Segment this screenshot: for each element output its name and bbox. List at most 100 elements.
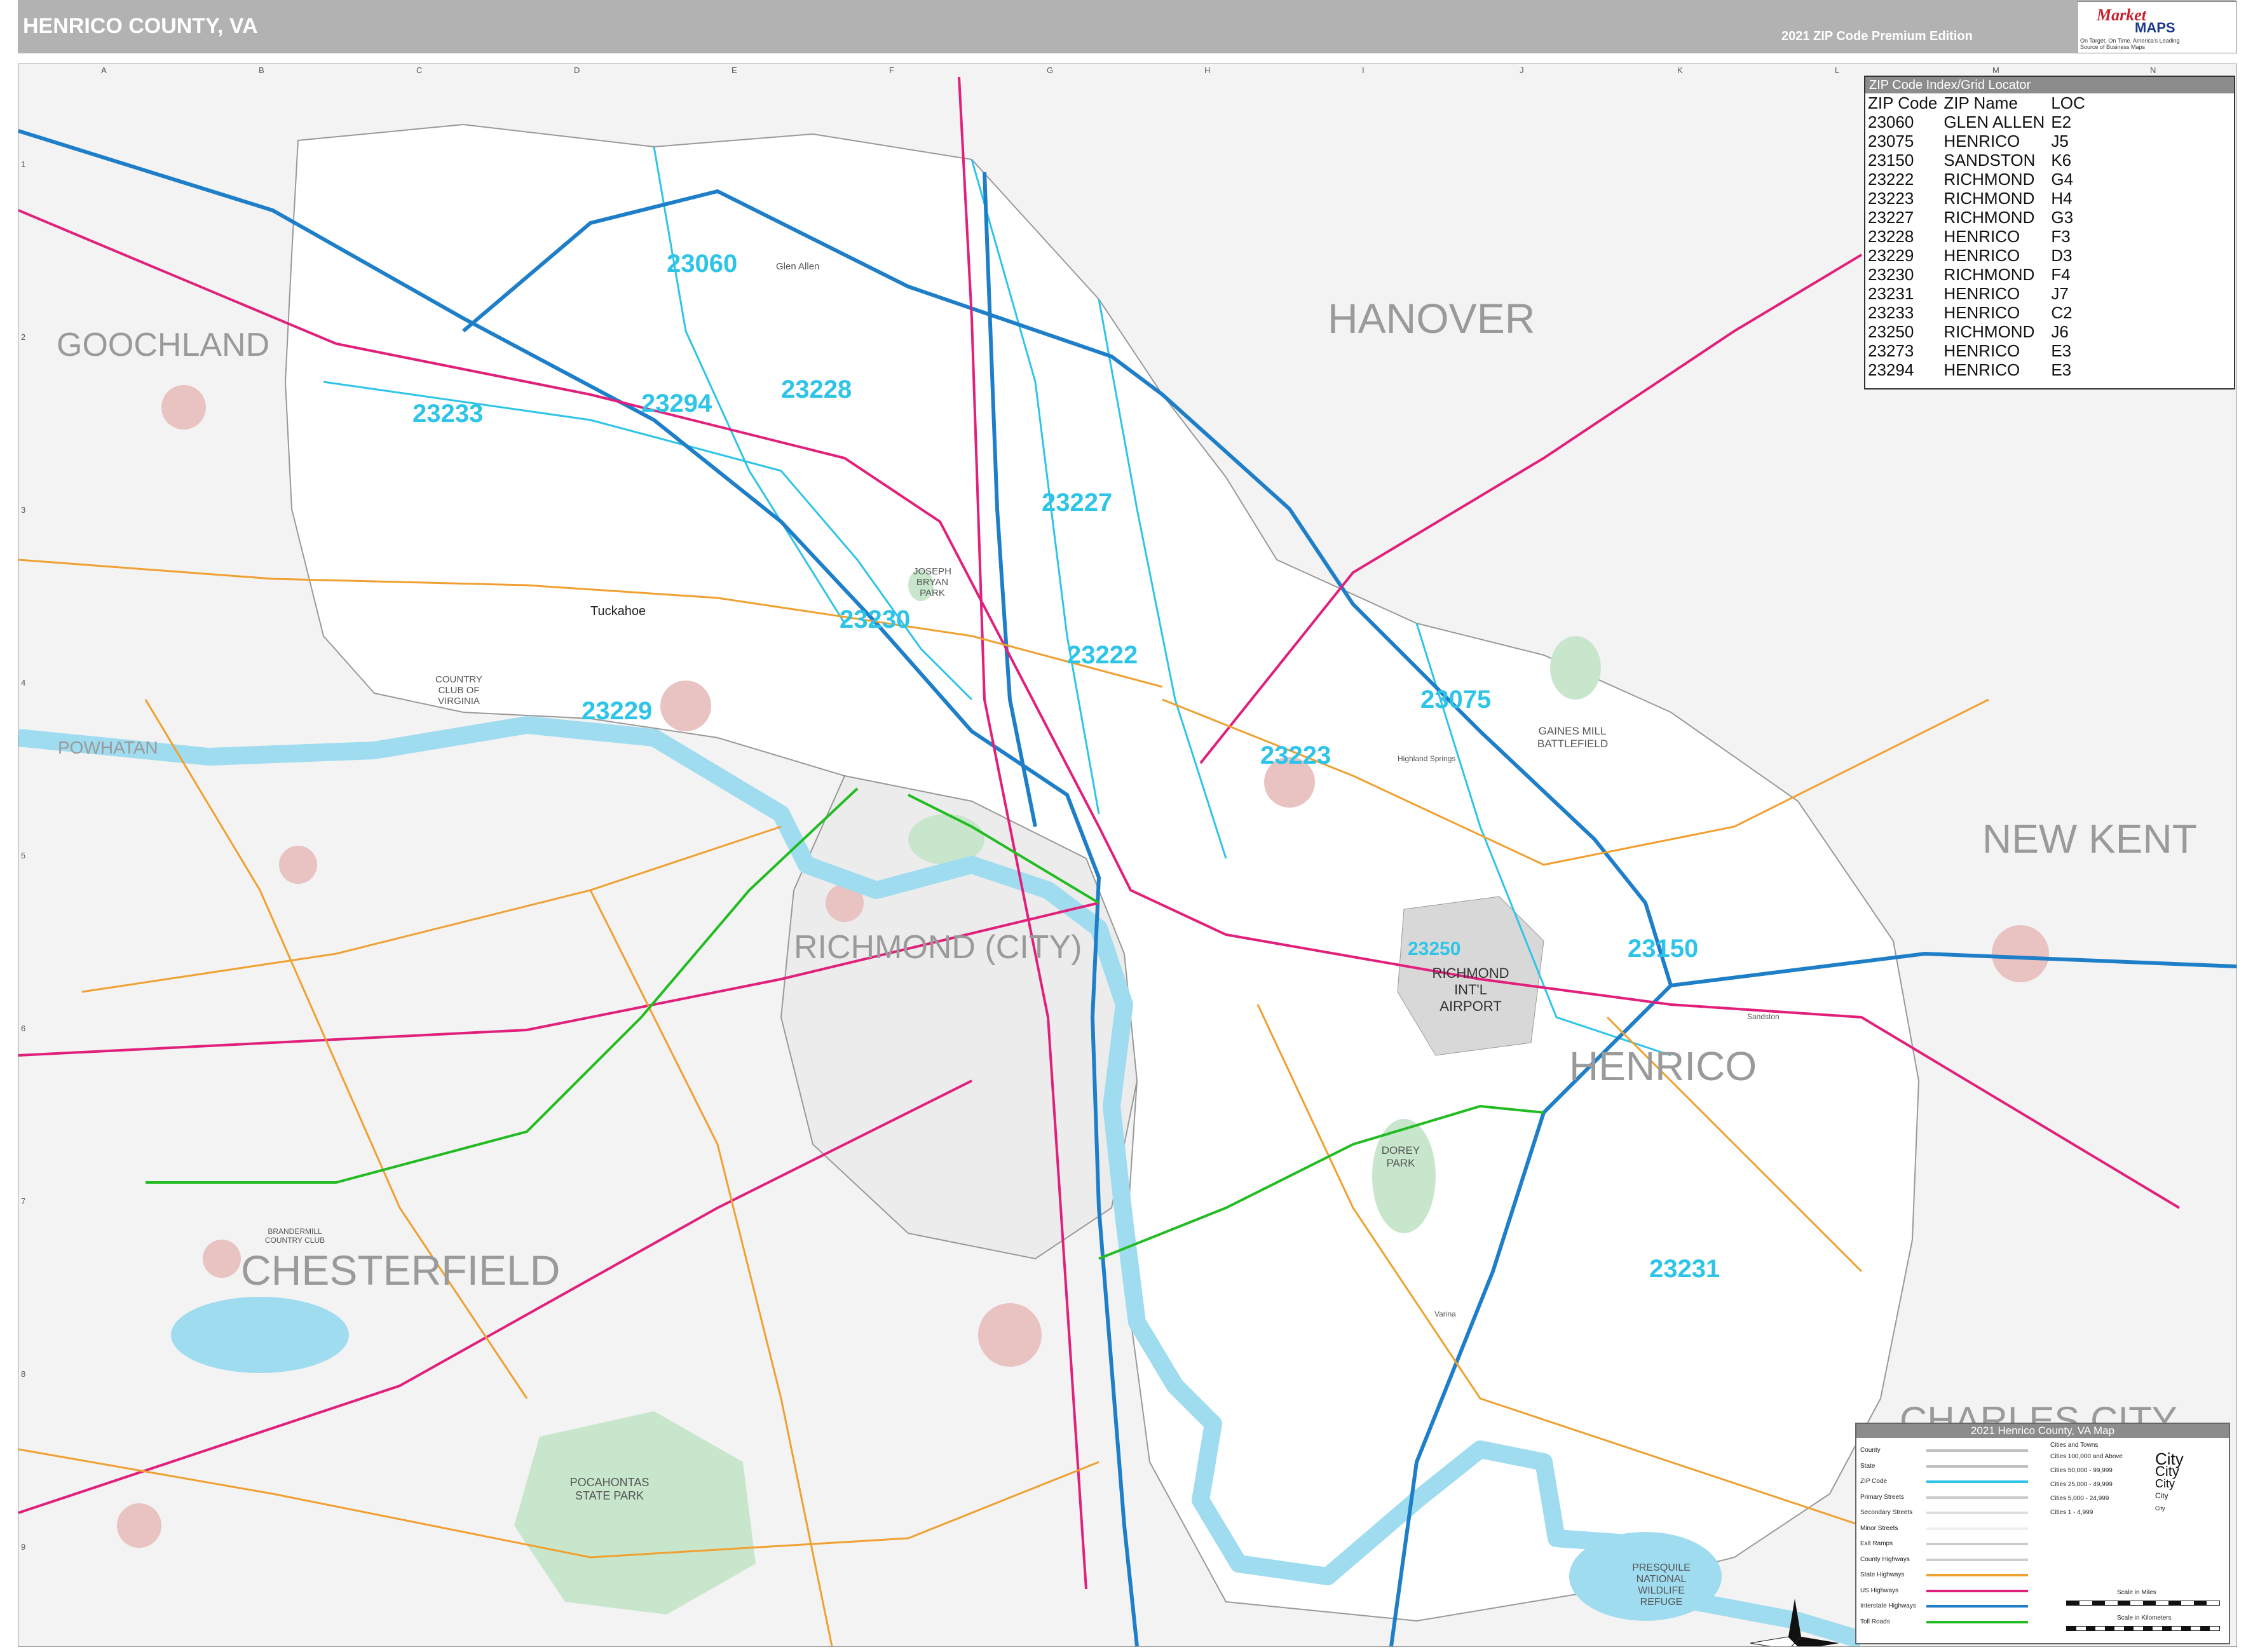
legend-item-swatch: [1926, 1512, 2028, 1514]
grid-column-label: D: [574, 65, 580, 75]
zip-index-row: 23273 HENRICO E3: [1867, 341, 2090, 360]
zip-index-panel: ZIP Code Index/Grid Locator ZIP Code ZIP …: [1864, 76, 2235, 389]
grid-row-label: 1: [21, 159, 26, 169]
scale-bar-miles: [2066, 1601, 2220, 1606]
grid-column-label: H: [1204, 65, 1211, 75]
legend-title: 2021 Henrico County, VA Map: [1856, 1424, 2229, 1438]
legend-scale-miles: Scale in Miles: [2117, 1589, 2156, 1596]
grid-row-label: 6: [21, 1024, 26, 1033]
legend-item-swatch: [1926, 1558, 2028, 1561]
legend-city-label: Cities 50,000 - 99,999: [2050, 1467, 2113, 1474]
grid-column-label: M: [1992, 65, 1999, 75]
zip-index-cell: RICHMOND: [1943, 265, 2035, 284]
logo-tagline: On Target, On Time. America's Leading So…: [2080, 37, 2180, 50]
map-frame[interactable]: A B C D E F G H I J K L M N 1 2 3 4 5 6 7 8 9 GOOCHLAND HANOV…: [18, 64, 2237, 1647]
zip-label: 23233: [412, 400, 484, 428]
zip-index-cell: HENRICO: [1943, 132, 2020, 151]
zip-index-header: ZIP Code: [1868, 93, 1938, 112]
zip-label: 23228: [781, 376, 852, 403]
zip-index-row: 23250 RICHMOND J6: [1867, 322, 2090, 341]
zip-index-cell: 23227: [1868, 208, 1914, 227]
zip-index-cell: 23228: [1868, 227, 1914, 246]
zip-index-cell: J6: [2051, 322, 2069, 341]
grid-column-label: I: [1362, 65, 1365, 75]
zip-index-cell: HENRICO: [1943, 360, 2020, 379]
zip-index-cell: 23075: [1868, 132, 1914, 151]
reservoir: [171, 1297, 349, 1373]
grid-row-label: 8: [21, 1369, 26, 1379]
zip-index-cell: GLEN ALLEN: [1943, 112, 2045, 132]
legend-item-label: Minor Streets: [1860, 1524, 1898, 1532]
zip-index-cell: RICHMOND: [1943, 208, 2035, 227]
zip-index-cell: SANDSTON: [1943, 151, 2036, 170]
zip-label: 23150: [1628, 935, 1699, 963]
map-legend: 2021 Henrico County, VA Map County State Z…: [1855, 1423, 2230, 1644]
edition-label: 2021 ZIP Code Premium Edition: [1781, 29, 1973, 43]
legend-item-label: Exit Ramps: [1860, 1540, 1893, 1547]
zip-index-cell: HENRICO: [1943, 303, 2020, 322]
zip-index-cell: C2: [2051, 303, 2073, 322]
zip-index-cell: 23294: [1868, 360, 1914, 379]
zip-index-cell: K6: [2051, 151, 2072, 170]
legend-item-swatch: [1926, 1574, 2028, 1576]
county-label-powhatan: POWHATAN: [58, 738, 158, 757]
zip-index-cell: RICHMOND: [1943, 322, 2035, 341]
place-label-dorey-park: DOREY PARK: [1381, 1144, 1420, 1169]
zip-index-cell: 23150: [1868, 151, 1914, 170]
place-label-varina: Varina: [1434, 1310, 1456, 1318]
zip-index-cell: J7: [2051, 284, 2069, 303]
county-label-goochland: GOOCHLAND: [57, 327, 270, 363]
county-label-chesterfield: CHESTERFIELD: [241, 1247, 561, 1294]
zip-index-cell: RICHMOND: [1943, 170, 2035, 189]
grid-column-label: A: [101, 65, 107, 75]
grid-column-label: C: [416, 65, 423, 75]
zip-index-row: 23230 RICHMOND F4: [1867, 265, 2090, 284]
legend-city-sample: City: [2155, 1477, 2175, 1490]
zip-index-body: 23060 GLEN ALLEN E2 23075 HENRICO J5 23150 SAND…: [1867, 112, 2090, 379]
zip-index-row: 23060 GLEN ALLEN E2: [1867, 112, 2090, 132]
zip-index-cell: G4: [2051, 170, 2074, 189]
market-maps-logo: Market MAPS On Target, On Time. America'…: [2077, 1, 2237, 53]
map-title: HENRICO COUNTY, VA: [23, 14, 258, 38]
place-label-tuckahoe: Tuckahoe: [590, 604, 646, 618]
zip-label: 23075: [1420, 686, 1492, 714]
legend-item-label: Primary Streets: [1860, 1493, 1904, 1501]
place-label-bryan-park: JOSEPH BRYAN PARK: [913, 566, 951, 599]
legend-city-label: Cities 5,000 - 24,999: [2050, 1495, 2109, 1502]
zip-index-cell: HENRICO: [1943, 284, 2020, 303]
zip-index-row: 23150 SANDSTON K6: [1867, 151, 2090, 170]
legend-item-swatch: [1926, 1543, 2028, 1545]
legend-item-label: County: [1860, 1447, 1881, 1454]
county-label-henrico: HENRICO: [1569, 1043, 1757, 1089]
zip-label: 23229: [582, 697, 653, 725]
zip-index-header-row: ZIP Code ZIP Name LOC: [1867, 93, 2090, 112]
legend-item-label: County Highways: [1860, 1555, 1910, 1563]
legend-item-label: ZIP Code: [1860, 1478, 1888, 1485]
legend-item-label: Secondary Streets: [1860, 1509, 1913, 1516]
zip-index-cell: F3: [2051, 227, 2071, 246]
zip-index-row: 23231 HENRICO J7: [1867, 284, 2090, 303]
grid-column-label: K: [1677, 65, 1683, 75]
zip-index-cell: H4: [2051, 189, 2073, 208]
zip-index-cell: F4: [2051, 265, 2071, 284]
legend-item-label: State: [1860, 1462, 1875, 1470]
county-label-hanover: HANOVER: [1328, 295, 1535, 342]
legend-cities-header: Cities and Towns: [2050, 1442, 2099, 1449]
county-label-new-kent: NEW KENT: [1982, 816, 2197, 862]
place-label-presquile: PRESQUILE NATIONAL WILDLIFE REFUGE: [1632, 1562, 1691, 1608]
grid-row-label: 7: [21, 1196, 26, 1206]
zip-index-cell: E3: [2051, 341, 2072, 360]
grid-row-label: 3: [21, 505, 26, 515]
legend-item-label: Interstate Highways: [1860, 1602, 1916, 1609]
scale-bar-km: [2066, 1626, 2220, 1631]
grid-column-label: E: [732, 65, 737, 75]
zip-index-cell: 23233: [1868, 303, 1914, 322]
place-label-brandermill: BRANDERMILL COUNTRY CLUB: [264, 1227, 325, 1245]
place-label-highland-springs: Highland Springs: [1398, 754, 1456, 763]
zip-index-cell: HENRICO: [1943, 341, 2020, 360]
zip-index-row: 23233 HENRICO C2: [1867, 303, 2090, 322]
zip-index-cell: G3: [2051, 208, 2074, 227]
zip-index-row: 23228 HENRICO F3: [1867, 227, 2090, 246]
map-header: HENRICO COUNTY, VA 2021 ZIP Code Premium…: [18, 0, 2237, 53]
henrico-county-area: [284, 123, 1920, 1622]
